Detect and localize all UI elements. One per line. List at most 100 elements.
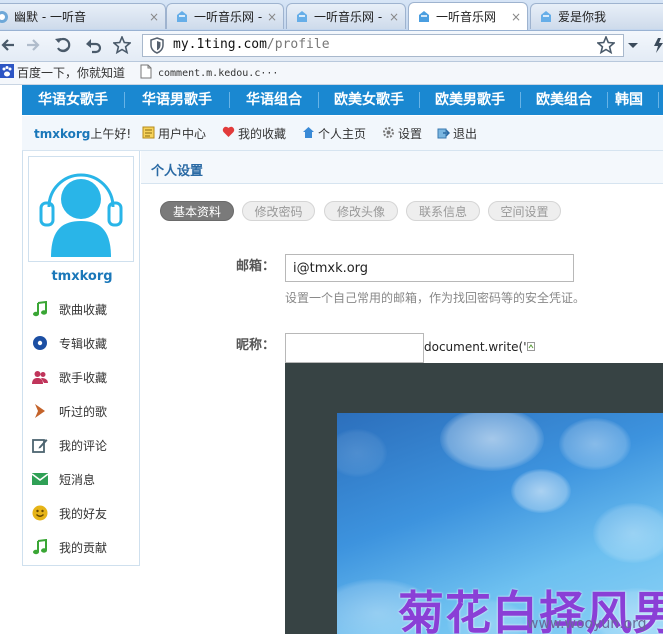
edit-icon xyxy=(31,436,49,454)
envelope-icon xyxy=(31,470,49,488)
sidebar-item-contributions[interactable]: 我的贡献 xyxy=(31,534,141,560)
avatar[interactable] xyxy=(28,156,134,262)
bookmark-item[interactable]: 百度一下，你就知道 xyxy=(0,64,125,81)
logout-label: 退出 xyxy=(453,127,478,141)
user-center-link[interactable]: 用户中心 xyxy=(142,125,206,142)
bookmark-item[interactable]: comment.m.kedou.c··· xyxy=(140,64,278,82)
sidebar-item-messages[interactable]: 短消息 xyxy=(31,466,141,492)
settings-label: 设置 xyxy=(398,127,423,141)
tab-space-settings[interactable]: 空间设置 xyxy=(488,201,561,221)
tab-change-avatar[interactable]: 修改头像 xyxy=(324,201,398,221)
logout-icon xyxy=(437,126,451,142)
nickname-label: 昵称： xyxy=(236,338,276,353)
user-bar: tmxkorg 上午好! 用户中心 我的收藏 个人主页 设置 退出 xyxy=(22,116,663,151)
tab-close-icon[interactable]: × xyxy=(149,10,159,24)
page-icon xyxy=(140,64,152,82)
greeting-text: 上午好! xyxy=(90,127,132,141)
watermark-site: www.wooyun.org xyxy=(527,616,647,632)
tab-close-icon[interactable]: × xyxy=(267,10,277,24)
page-title: 个人设置 xyxy=(151,164,204,179)
email-field[interactable]: i@tmxk.org xyxy=(285,254,574,282)
injected-script-text: document.write(' xyxy=(424,340,535,354)
favorites-label: 我的收藏 xyxy=(238,127,287,141)
sidebar-item-song-favorites[interactable]: 歌曲收藏 xyxy=(31,296,141,322)
sidebar-item-label: 专辑收藏 xyxy=(59,336,108,351)
favorites-link[interactable]: 我的收藏 xyxy=(222,125,286,142)
settings-panel: 个人设置 基本资料 修改密码 修改头像 联系信息 空间设置 邮箱： i@tmxk… xyxy=(141,151,663,634)
tab-favicon-icon xyxy=(539,10,553,24)
address-path: /profile xyxy=(266,37,330,52)
browser-tab-active[interactable]: 一听音乐网 × xyxy=(408,2,528,30)
star-icon[interactable] xyxy=(112,34,132,59)
bookmarks-bar: 百度一下，你就知道 comment.m.kedou.c··· xyxy=(0,62,663,85)
sidebar-item-friends[interactable]: 我的好友 xyxy=(31,500,141,526)
sidebar-item-album-favorites[interactable]: 专辑收藏 xyxy=(31,330,141,356)
shield-icon[interactable] xyxy=(149,37,165,57)
sidebar-item-label: 听过的歌 xyxy=(59,404,108,419)
music-note-icon xyxy=(31,538,49,556)
browser-tab[interactable]: 一听音乐网 - × xyxy=(166,3,284,29)
back-arrow-icon[interactable] xyxy=(0,36,16,59)
tab-change-password[interactable]: 修改密码 xyxy=(242,201,315,221)
people-icon xyxy=(31,368,49,386)
reload-icon[interactable] xyxy=(54,36,72,59)
sidebar-item-singer-favorites[interactable]: 歌手收藏 xyxy=(31,364,141,390)
settings-header: 个人设置 xyxy=(141,151,663,184)
injected-code: document.write(' xyxy=(424,340,527,354)
username-link[interactable]: tmxkorg xyxy=(34,127,90,141)
email-hint: 设置一个自己常用的邮箱，作为找回密码等的安全凭证。 xyxy=(285,291,586,305)
tab-basic-info[interactable]: 基本资料 xyxy=(160,201,234,221)
logout-link[interactable]: 退出 xyxy=(437,125,477,142)
tab-favicon-icon xyxy=(417,10,431,24)
browser-tab[interactable]: 一听音乐网 - × xyxy=(286,3,406,29)
tab-title: 爱是你我 xyxy=(558,10,607,24)
tab-contact-info[interactable]: 联系信息 xyxy=(406,201,480,221)
tab-favicon-icon xyxy=(295,10,309,24)
greeting: tmxkorg 上午好! xyxy=(34,125,131,142)
nav-item[interactable]: 华语女歌手 xyxy=(22,85,124,115)
broken-image-icon xyxy=(526,342,535,351)
address-bar[interactable]: my.1ting.com/profile xyxy=(142,34,624,57)
undo-icon[interactable] xyxy=(84,36,102,59)
settings-link[interactable]: 设置 xyxy=(382,125,422,142)
music-note-icon xyxy=(31,300,49,318)
bookmark-label: comment.m.kedou.c··· xyxy=(158,67,279,79)
baidu-paw-icon xyxy=(0,64,14,81)
nav-item[interactable]: 华语组合 xyxy=(230,85,318,115)
sidebar-item-label: 我的贡献 xyxy=(59,540,108,555)
browser-tab[interactable]: 幽默 - 一听音 × xyxy=(0,3,166,29)
user-center-icon xyxy=(142,126,155,142)
nav-item[interactable]: 华语男歌手 xyxy=(125,85,229,115)
tab-close-icon[interactable]: × xyxy=(389,10,399,24)
sidebar-item-comments[interactable]: 我的评论 xyxy=(31,432,141,458)
headphone-avatar-icon xyxy=(39,173,123,257)
browser-tab-bar: 幽默 - 一听音 × 一听音乐网 - × 一听音乐网 - × 一听音乐网 × 爱… xyxy=(0,0,663,31)
browser-tab[interactable]: 爱是你我 xyxy=(530,3,663,29)
sidebar-item-listened[interactable]: 听过的歌 xyxy=(31,398,141,424)
nav-item[interactable]: 欧美男歌手 xyxy=(420,85,520,115)
dropdown-chevron-icon[interactable] xyxy=(627,36,639,59)
sidebar: tmxkorg 歌曲收藏 专辑收藏 歌手收藏 听过的歌 我的评论 短消息 我的好… xyxy=(22,151,140,566)
extension-icon[interactable] xyxy=(652,36,663,59)
watermark: 菊花白择风男 xyxy=(398,586,663,640)
nav-item[interactable]: 欧美女歌手 xyxy=(319,85,419,115)
sidebar-item-label: 我的评论 xyxy=(59,438,108,453)
nav-item[interactable]: 韩国 xyxy=(608,85,650,115)
email-label: 邮箱： xyxy=(236,259,276,274)
homepage-link[interactable]: 个人主页 xyxy=(302,125,366,142)
tab-title: 一听音乐网 - xyxy=(194,10,263,24)
bookmark-star-icon[interactable] xyxy=(596,34,616,59)
tab-close-icon[interactable]: × xyxy=(511,10,521,24)
address-text: my.1ting.com/profile xyxy=(173,37,330,52)
tab-title: 一听音乐网 xyxy=(436,10,497,24)
smiley-icon xyxy=(31,504,49,522)
home-icon xyxy=(302,126,315,142)
sidebar-username[interactable]: tmxkorg xyxy=(23,269,141,284)
nickname-field[interactable] xyxy=(285,333,424,363)
heart-icon xyxy=(222,126,235,141)
disc-icon xyxy=(31,334,49,352)
nav-item[interactable]: 欧美组合 xyxy=(521,85,607,115)
forward-arrow-icon[interactable] xyxy=(25,36,41,59)
sidebar-item-label: 歌曲收藏 xyxy=(59,302,108,317)
tab-favicon-icon xyxy=(0,10,9,24)
